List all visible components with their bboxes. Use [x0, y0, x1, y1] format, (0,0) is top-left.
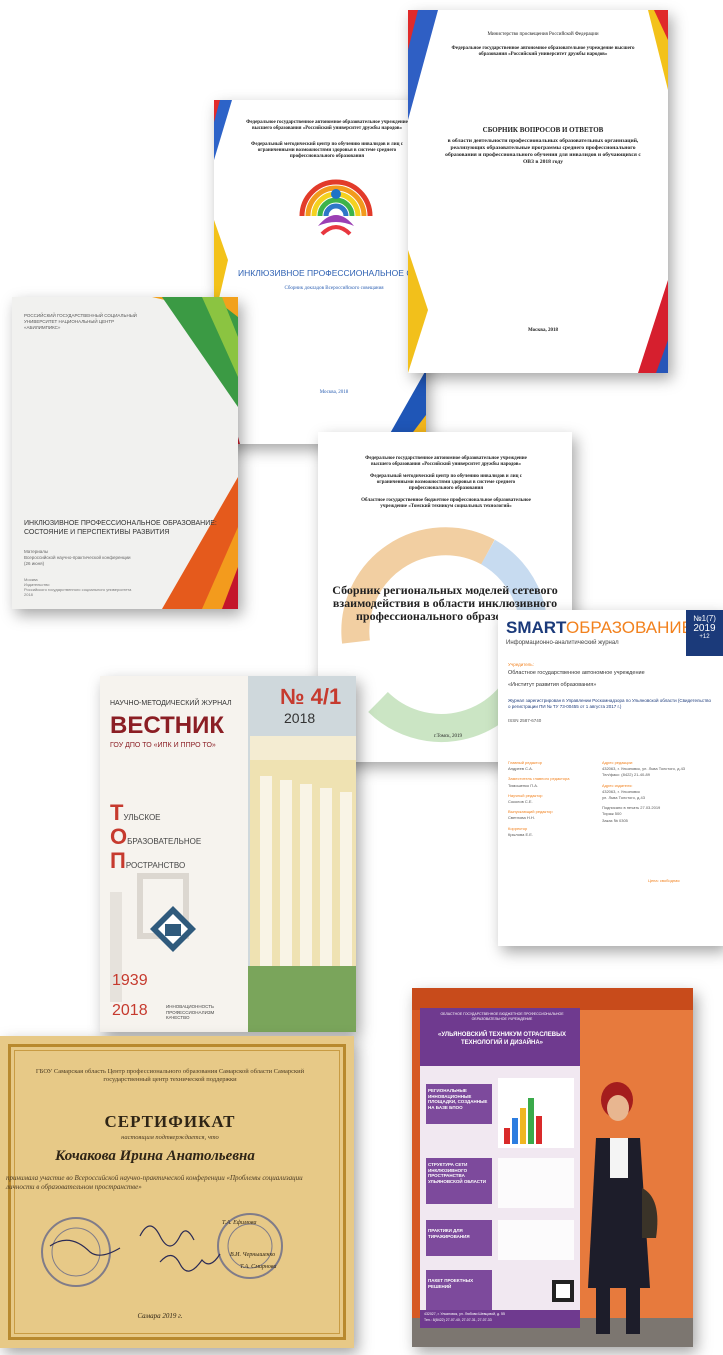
brand-smart: SMART — [506, 618, 567, 637]
acronym-line-1: УЛЬСКОЕ — [123, 813, 161, 822]
qa-collection-cover: Министерство просвещения Российской Феде… — [408, 10, 668, 373]
org-name: ГБОУ Самарская область Центр профессиона… — [35, 1068, 305, 1083]
subtitle-line-3: (26 июня) — [24, 561, 45, 566]
city-year: Москва, 2018 — [319, 390, 349, 395]
exhibition-photo: ОБЛАСТНОЕ ГОСУДАРСТВЕННОЕ БЮДЖЕТНОЕ ПРОФ… — [412, 988, 693, 1347]
journal-name: ВЕСТНИК — [110, 712, 224, 739]
staff-line: Крылова Е.Е. — [508, 831, 534, 837]
vestnik-journal-cover: НАУЧНО-МЕТОДИЧЕСКИЙ ЖУРНАЛ ВЕСТНИК ГОУ Д… — [100, 676, 356, 1032]
city-year: г.Томск, 2019 — [433, 734, 463, 739]
participation-text: принимала участие во Всероссийской научн… — [6, 1174, 303, 1191]
org-name: РОССИЙСКИЙ ГОСУДАРСТВЕННЫЙ СОЦИАЛЬНЫЙ УН… — [24, 313, 137, 330]
banner-header: ОБЛАСТНОЕ ГОСУДАРСТВЕННОЕ БЮДЖЕТНОЕ ПРОФ… — [440, 1012, 564, 1021]
motto: ИННОВАЦИОННОСТЬ ПРОФЕССИОНАЛИЗМ КАЧЕСТВО — [166, 1004, 215, 1020]
section-3: ПРАКТИКИ ДЛЯ ТИРАЖИРОВАНИЯ — [428, 1228, 470, 1239]
current-year: 2018 — [112, 1002, 148, 1019]
seals-and-signatures — [41, 1213, 283, 1287]
founder: Областное государственное автономное учр… — [508, 670, 645, 676]
org-3: Областное государственное бюджетное проф… — [361, 498, 531, 509]
publisher: ГОУ ДПО ТО «ИПК И ППРО ТО» — [110, 742, 216, 749]
signature-3: Т.А. Смирнова — [240, 1264, 277, 1270]
org-2: Федеральный методический центр по обучен… — [370, 474, 522, 491]
staff-column: Главный редактор Андреев С.А. Заместител… — [508, 760, 598, 838]
city-year: Москва, 2018 — [528, 328, 558, 333]
doc-body: в области деятельности профессиональных … — [445, 138, 641, 165]
price: Цена: свободная — [648, 878, 680, 883]
issue-number: №1(7) — [693, 614, 716, 623]
signature-1: Т.А. Ефимова — [222, 1220, 257, 1226]
org-1: Федеральное государственное автономное о… — [365, 456, 527, 467]
staff-line: Андреев С.А. — [508, 766, 533, 772]
founder-2: «Институт развития образования» — [508, 682, 597, 688]
collection-cover-inclusive: Федеральное государственное автономное о… — [214, 100, 426, 444]
city-year: Самара 2019 г. — [137, 1312, 183, 1320]
issue-year: 2019 — [693, 623, 716, 634]
section-4: ПАКЕТ ПРОЕКТНЫХ РЕШЕНИЙ — [428, 1278, 474, 1289]
section-1: РЕГИОНАЛЬНЫЕ ИННОВАЦИОННЫЕ ПЛОЩАДКИ, СОЗ… — [428, 1088, 488, 1110]
staff-line: Светлова Н.Н. — [508, 815, 535, 821]
staff-line: Тимошенко П.А. — [508, 782, 539, 788]
address-line: ул. Льва Толстого, д.43 — [602, 795, 645, 801]
journal-label: НАУЧНО-МЕТОДИЧЕСКИЙ ЖУРНАЛ — [110, 700, 232, 707]
top-acronym: ТУЛЬСКОЕ ОБРАЗОВАТЕЛЬНОЕ ПРОСТРАНСТВО — [110, 800, 250, 873]
subtitle: Сборник докладов Всероссийского совещани… — [284, 286, 384, 291]
banner-address: 432027, г. Ульяновск, ул. Любови Шевцово… — [424, 1312, 505, 1316]
footer-line-4: 2018 — [24, 592, 33, 597]
acronym-line-3: РОСТРАНСТВО — [125, 861, 186, 870]
address-line: Заказ № 0305 — [602, 817, 628, 823]
subtitle-block: Материалы Всероссийской научно-практичес… — [24, 549, 174, 567]
ministry: Министерство просвещения Российской Феде… — [487, 32, 599, 37]
address-column: Адрес редакции: 432063, г. Ульяновск, ул… — [602, 760, 714, 824]
center-name: Федеральный методический центр по обучен… — [251, 142, 403, 159]
rainbow-people-logo — [299, 179, 373, 236]
confirm-text: настоящим подтверждается, что — [121, 1134, 219, 1141]
founder-label: Учредитель: — [508, 662, 534, 667]
banner-title: ИНКЛЮЗИВНОЕ ПРОФЕССИОНАЛЬНОЕ ОБРАЗОВАНИЕ — [238, 268, 426, 278]
org-name: Федеральное государственное автономное о… — [451, 46, 635, 57]
conference-proceedings-cover: РОССИЙСКИЙ ГОСУДАРСТВЕННЫЙ СОЦИАЛЬНЫЙ УН… — [12, 297, 238, 609]
acronym-line-2: БРАЗОВАТЕЛЬНОЕ — [127, 837, 202, 846]
section-2: СТРУКТУРА СЕТИ ИНКЛЮЗИВНОГО ПРОСТРАНСТВА… — [428, 1162, 486, 1184]
registration: Журнал зарегистрирован в Управлении Роск… — [508, 698, 712, 709]
signature-2: В.И. Чернышенко — [230, 1252, 276, 1258]
banner-title: «УЛЬЯНОВСКИЙ ТЕХНИКУМ ОТРАСЛЕВЫХ ТЕХНОЛО… — [438, 1032, 566, 1046]
ipk-emblem-icon — [150, 906, 196, 952]
issue-number: № 4/1 — [280, 684, 342, 709]
certificate-title: СЕРТИФИКАТ — [104, 1112, 236, 1131]
issn: ISSN 2587-6740 — [508, 718, 542, 723]
org-name: Федеральное государственное автономное о… — [246, 120, 408, 131]
address-line: Тел/факс: (8422) 21-40-89 — [602, 772, 650, 778]
journal-subtitle: Информационно-аналитический журнал — [506, 640, 619, 646]
acronym-letter-t: Т — [110, 800, 124, 825]
footer-block: Москва Издательство Российского государс… — [24, 577, 174, 597]
recipient-name: Кочакова Ирина Анатольевна — [55, 1148, 255, 1164]
smart-education-journal: SMART ОБРАЗОВАНИЕ Информационно-аналитич… — [498, 610, 723, 946]
certificate: ГБОУ Самарская область Центр профессиона… — [0, 1036, 354, 1348]
issue-box: №1(7) 2019 +12 — [686, 610, 723, 656]
acronym-letter-p: П — [110, 848, 126, 873]
staff-line: Соколов С.Е. — [508, 799, 533, 805]
doc-title: СБОРНИК ВОПРОСОВ И ОТВЕТОВ — [482, 126, 604, 134]
cover-decoration — [408, 10, 668, 373]
doc-title: ИНКЛЮЗИВНОЕ ПРОФЕССИОНАЛЬНОЕ ОБРАЗОВАНИЕ… — [24, 520, 217, 536]
age-rating: +12 — [699, 634, 710, 640]
brand-education: ОБРАЗОВАНИЕ — [566, 618, 693, 637]
issue-year: 2018 — [284, 710, 316, 726]
banner-contacts: Тел.: 8(8422) 27-07-40, 27-07-31, 27-07-… — [424, 1318, 492, 1322]
acronym-letter-o: О — [110, 824, 128, 849]
since-year: 1939 — [112, 972, 148, 989]
